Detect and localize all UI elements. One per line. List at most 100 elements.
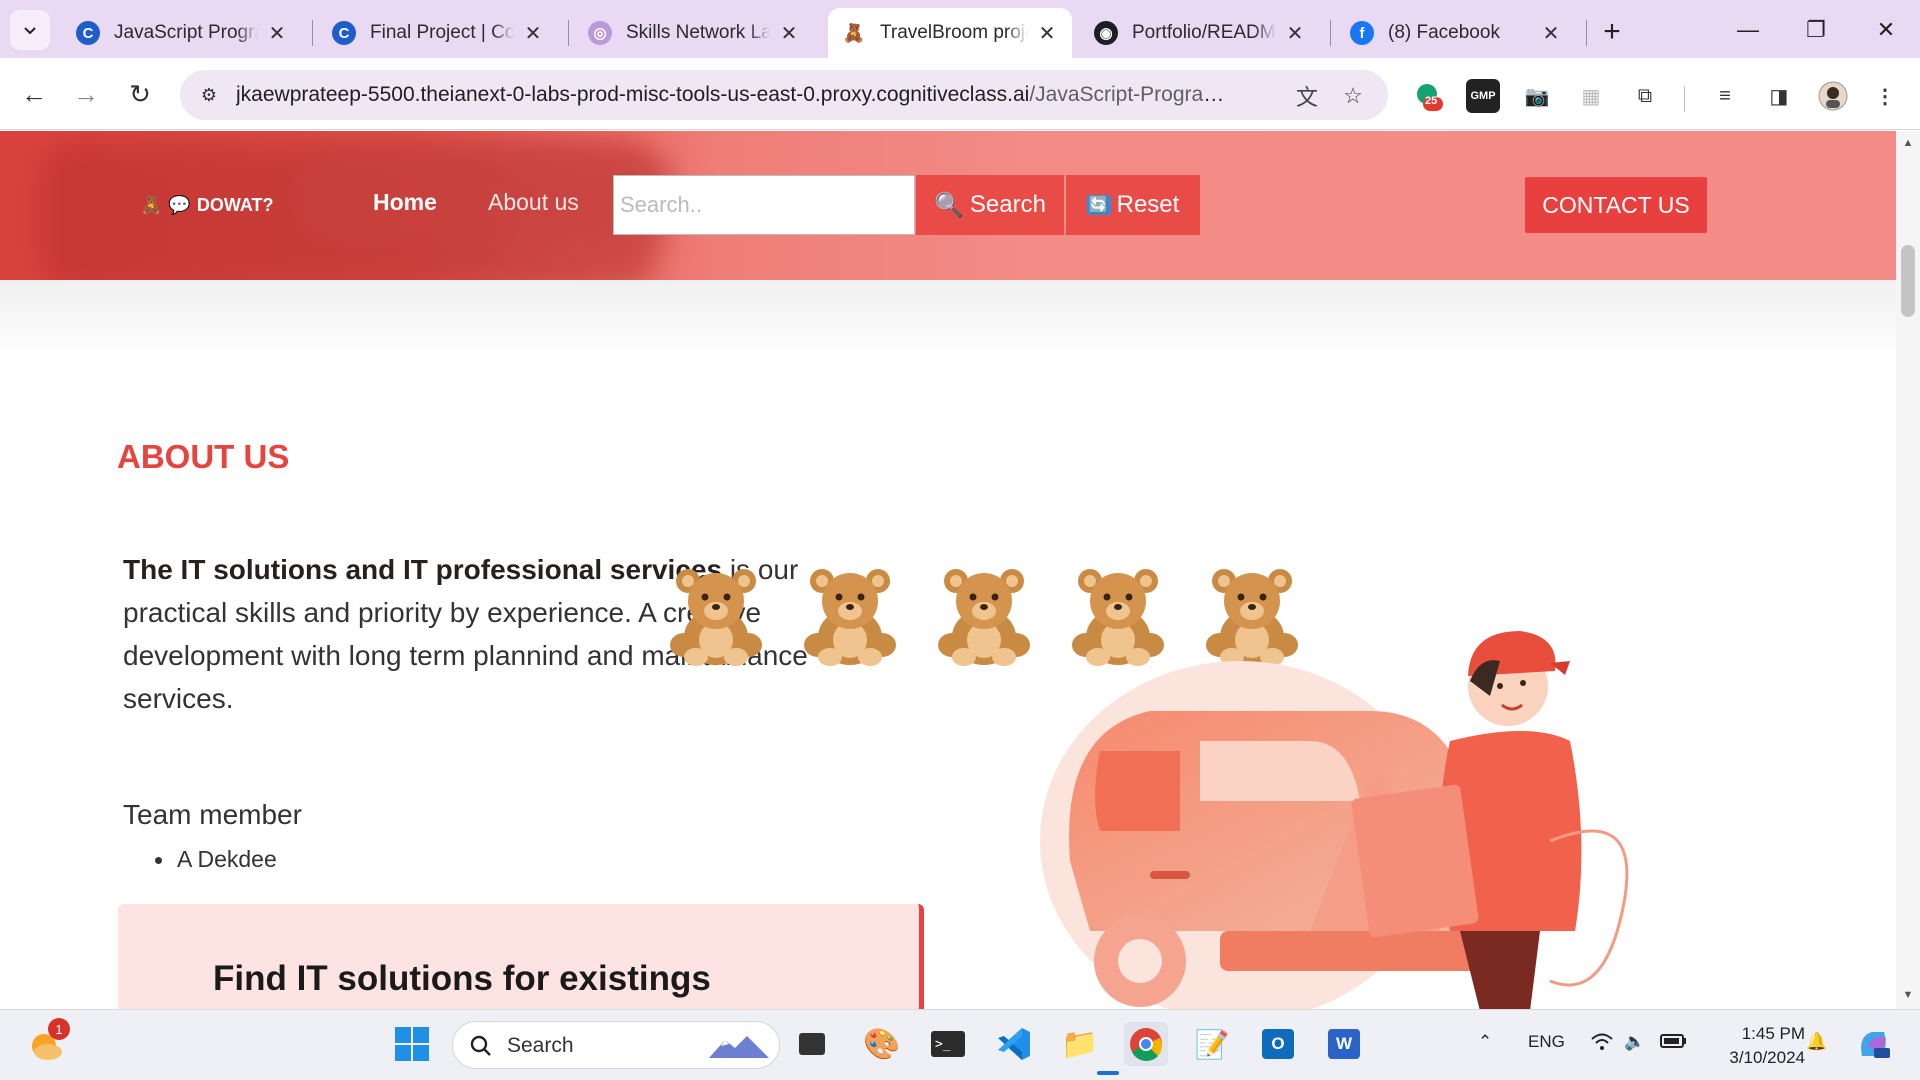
site-info-icon[interactable]: ⚙ xyxy=(196,82,222,108)
vscode-app-icon[interactable] xyxy=(992,1022,1036,1066)
contact-us-button[interactable]: CONTACT US xyxy=(1525,177,1707,233)
facebook-icon: f xyxy=(1350,21,1374,45)
teddy-bear-icon xyxy=(938,569,1030,666)
chrome-app-icon[interactable] xyxy=(1124,1022,1168,1066)
extension-blank-icon[interactable]: ▦ xyxy=(1574,79,1608,113)
close-window-button[interactable]: ✕ xyxy=(1856,8,1916,52)
magnifier-icon: 🔍 xyxy=(934,191,964,219)
chevron-down-icon xyxy=(24,27,36,35)
delivery-illustration xyxy=(1040,631,1629,1009)
folder-icon: 📁 xyxy=(1061,1027,1099,1061)
minimize-button[interactable]: — xyxy=(1718,8,1778,52)
github-icon: ◉ xyxy=(1094,21,1118,45)
restore-button[interactable]: ❐ xyxy=(1786,8,1846,52)
palette-icon: 🎨 xyxy=(863,1027,901,1061)
forward-button[interactable]: → xyxy=(66,74,106,114)
extensions-puzzle-icon[interactable]: ⧉ xyxy=(1628,79,1662,113)
tray-overflow-icon[interactable]: ⌃ xyxy=(1478,1032,1492,1052)
browser-toolbar: ← → ↻ ⚙ jkaewprateep-5500.theianext-0-la… xyxy=(0,58,1920,130)
outlook-app-icon[interactable]: O xyxy=(1256,1022,1300,1066)
team-list: A Dekdee xyxy=(155,846,277,873)
close-icon[interactable]: ✕ xyxy=(778,21,800,46)
paint-app-icon[interactable]: 🎨 xyxy=(860,1022,904,1066)
bookmark-star-icon[interactable]: ☆ xyxy=(1338,81,1368,111)
extension-grammar-icon[interactable]: 25 xyxy=(1411,79,1445,113)
teddy-bear-icon: 🧸 xyxy=(140,195,163,215)
nav-home-link[interactable]: Home xyxy=(373,189,437,216)
site-brand[interactable]: 🧸 💬 DOWAT? xyxy=(140,195,274,216)
notification-badge: 1 xyxy=(48,1018,70,1040)
scroll-down-icon[interactable]: ▼ xyxy=(1902,989,1914,1003)
close-icon[interactable]: ✕ xyxy=(1540,21,1562,46)
scrollbar-thumb[interactable] xyxy=(1901,245,1915,317)
tab-skills-network[interactable]: ◎ Skills Network Labs ✕ xyxy=(574,8,814,58)
language-indicator[interactable]: ENG xyxy=(1528,1032,1565,1052)
plus-icon: + xyxy=(1603,15,1621,48)
coursera-icon: C xyxy=(332,21,356,45)
side-panel-icon[interactable]: ◨ xyxy=(1762,79,1796,113)
menu-kebab-icon[interactable]: ⋮ xyxy=(1868,79,1902,113)
profile-avatar[interactable] xyxy=(1816,79,1850,113)
about-lead: The IT solutions and IT professional ser… xyxy=(123,554,723,585)
scroll-up-icon[interactable]: ▲ xyxy=(1902,137,1914,151)
address-bar[interactable]: ⚙ jkaewprateep-5500.theianext-0-labs-pro… xyxy=(180,70,1388,120)
taskbar-search-box[interactable]: Search xyxy=(452,1021,780,1069)
close-icon[interactable]: ✕ xyxy=(522,21,544,46)
site-search-input[interactable]: Search.. xyxy=(613,175,915,235)
battery-icon[interactable] xyxy=(1660,1032,1688,1055)
tab-separator xyxy=(1330,20,1331,46)
notepad-app-icon[interactable]: 📝 xyxy=(1190,1022,1234,1066)
close-icon[interactable]: ✕ xyxy=(1284,21,1306,46)
reload-button[interactable]: ↻ xyxy=(120,74,160,114)
tab-travelbroom[interactable]: 🧸 TravelBroom project ✕ xyxy=(828,8,1072,58)
copilot-icon[interactable] xyxy=(1852,1022,1896,1066)
word-app-icon[interactable]: W xyxy=(1322,1022,1366,1066)
teddy-bear-icon: 🧸 xyxy=(842,22,866,43)
camera-icon[interactable]: 📷 xyxy=(1520,79,1554,113)
tab-search-button[interactable] xyxy=(10,10,50,50)
tab-javascript[interactable]: C JavaScript Programm ✕ xyxy=(62,8,302,58)
weather-widget[interactable]: 1 xyxy=(24,1018,70,1066)
about-paragraph: The IT solutions and IT professional ser… xyxy=(123,548,883,720)
file-explorer-icon[interactable]: 📁 xyxy=(1058,1022,1102,1066)
reset-button[interactable]: 🔄 Reset xyxy=(1066,175,1200,235)
translate-icon[interactable]: 文 xyxy=(1292,81,1322,111)
url-text[interactable]: jkaewprateep-5500.theianext-0-labs-prod-… xyxy=(236,83,1236,107)
about-heading: ABOUT US xyxy=(117,438,290,475)
media-controls-icon[interactable]: ≡ xyxy=(1708,79,1742,113)
task-view-button[interactable] xyxy=(790,1022,834,1066)
back-button[interactable]: ← xyxy=(14,74,54,114)
outlook-icon: O xyxy=(1262,1029,1294,1059)
team-label: Team member xyxy=(123,799,302,830)
toolbar-separator xyxy=(1684,86,1685,112)
terminal-app-icon[interactable]: >_ xyxy=(926,1022,970,1066)
chrome-active-indicator xyxy=(1097,1071,1119,1075)
windows-logo-icon xyxy=(395,1027,429,1061)
chrome-icon xyxy=(1130,1028,1162,1061)
speech-bubble-icon: 💬 xyxy=(168,195,191,215)
notepad-icon: 📝 xyxy=(1194,1028,1230,1060)
search-button[interactable]: 🔍 Search xyxy=(916,175,1064,235)
nav-about-link[interactable]: About us xyxy=(488,189,579,216)
tab-separator xyxy=(1586,20,1587,46)
close-icon[interactable]: ✕ xyxy=(1036,21,1058,46)
tab-final-project[interactable]: C Final Project | Course ✕ xyxy=(318,8,558,58)
reload-icon: ↻ xyxy=(129,78,151,109)
search-highlight-icon xyxy=(709,1036,769,1058)
site-navbar: 🧸 💬 DOWAT? Home About us Search.. 🔍 Sear… xyxy=(0,131,1896,280)
terminal-icon: >_ xyxy=(931,1031,965,1057)
tab-portfolio[interactable]: ◉ Portfolio/README ✕ xyxy=(1080,8,1320,58)
close-icon[interactable]: ✕ xyxy=(266,21,288,46)
tab-facebook[interactable]: f (8) Facebook ✕ xyxy=(1336,8,1576,58)
extension-gmp-icon[interactable]: GMP xyxy=(1466,79,1500,113)
system-clock[interactable]: 1:45 PM 3/10/2024 xyxy=(1695,1022,1805,1070)
restore-icon: ❐ xyxy=(1806,17,1826,42)
wifi-icon[interactable] xyxy=(1590,1032,1614,1057)
teddy-bear-icon xyxy=(670,569,762,666)
tab-separator xyxy=(312,20,313,46)
new-tab-button[interactable]: + xyxy=(1594,14,1630,50)
start-button[interactable] xyxy=(390,1022,434,1066)
volume-icon[interactable]: 🔈 xyxy=(1624,1032,1645,1052)
page-scrollbar[interactable]: ▲ ▼ xyxy=(1896,131,1920,1009)
notifications-icon[interactable]: 🔔 xyxy=(1806,1032,1827,1052)
